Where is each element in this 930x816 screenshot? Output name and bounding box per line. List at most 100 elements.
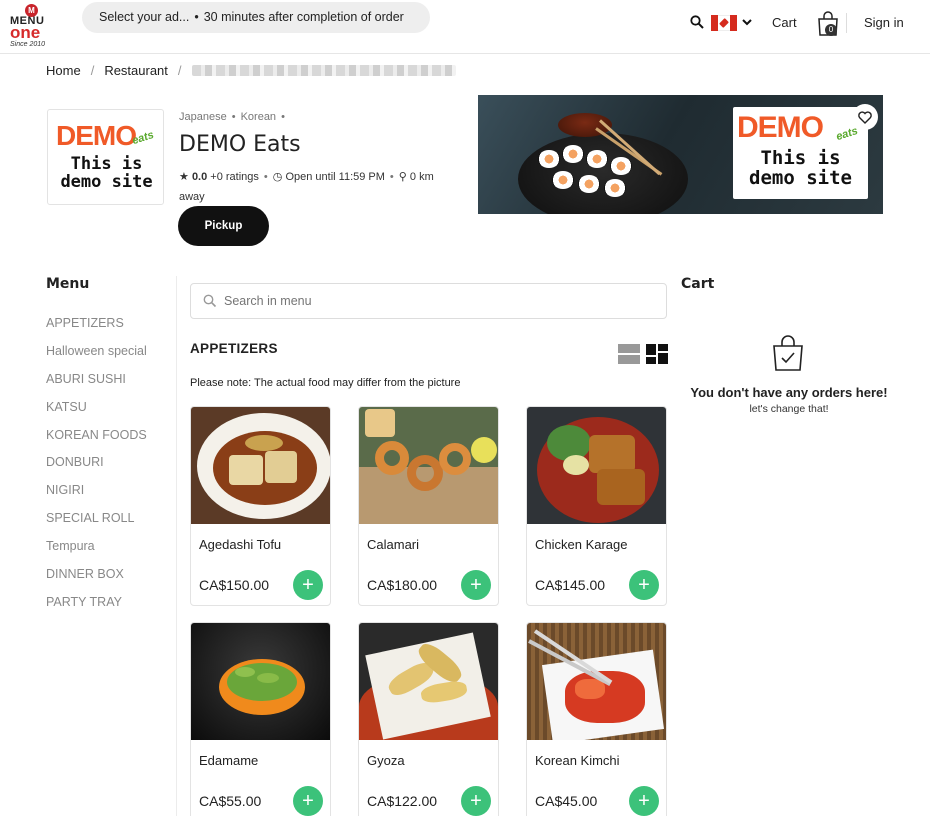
product-price: CA$145.00: [535, 577, 606, 593]
product-name: Calamari: [367, 537, 420, 552]
product-price: CA$150.00: [199, 577, 270, 593]
add-to-cart-button[interactable]: +: [293, 786, 323, 816]
clock-icon: ◷: [272, 171, 283, 183]
breadcrumb-restaurant[interactable]: Restaurant: [104, 63, 168, 78]
product-price: CA$45.00: [535, 793, 598, 809]
banner-text-line1: This is: [760, 147, 841, 169]
breadcrumb-separator: /: [90, 63, 95, 78]
menu-category-item[interactable]: APPETIZERS: [46, 312, 147, 340]
restaurant-logo: DEMO eats This is demo site: [47, 109, 164, 205]
add-to-cart-button[interactable]: +: [629, 570, 659, 600]
add-to-cart-button[interactable]: +: [461, 786, 491, 816]
cuisine-tag: Japanese: [179, 111, 227, 123]
add-to-cart-button[interactable]: +: [629, 786, 659, 816]
cart-title: Cart: [681, 276, 715, 292]
menu-category-item[interactable]: DINNER BOX: [46, 563, 147, 591]
menu-search-box[interactable]: [190, 283, 667, 319]
breadcrumb-home[interactable]: Home: [46, 63, 81, 78]
breadcrumb-current-blurred: [191, 65, 456, 76]
star-icon: ★: [179, 171, 189, 183]
banner-text-line2: demo site: [749, 166, 852, 189]
product-price: CA$55.00: [199, 793, 262, 809]
menu-search-input[interactable]: [224, 292, 644, 310]
cuisine-tags: Japanese • Korean •: [179, 111, 290, 123]
address-selector[interactable]: Select your ad... • 30 minutes after compl…: [82, 2, 430, 33]
chevron-down-icon[interactable]: [741, 16, 753, 28]
cuisine-tag: Korean: [240, 111, 277, 123]
product-card[interactable]: Edamame CA$55.00 +: [190, 622, 331, 816]
cuisine-separator: •: [281, 111, 285, 123]
rating-value: 0.0: [191, 171, 208, 183]
add-to-cart-button[interactable]: +: [461, 570, 491, 600]
empty-cart-bag-icon: [773, 335, 803, 371]
menu-category-item[interactable]: KOREAN FOODS: [46, 424, 147, 452]
menu-category-item[interactable]: DONBURI: [46, 451, 147, 479]
product-price: CA$122.00: [367, 793, 438, 809]
restaurant-banner-image: DEMO eats This is demo site: [478, 95, 883, 214]
menu-title: Menu: [46, 276, 90, 292]
product-name: Korean Kimchi: [535, 753, 620, 768]
menuone-logo[interactable]: M MENU one Since 2010: [8, 4, 58, 48]
cart-link[interactable]: Cart: [772, 15, 797, 30]
empty-cart-title: You don't have any orders here!: [690, 385, 888, 400]
restaurant-name: DEMO Eats: [179, 132, 301, 157]
picture-disclaimer: Please note: The actual food may differ …: [190, 377, 461, 389]
menu-category-item[interactable]: NIGIRI: [46, 479, 147, 507]
product-image: [191, 623, 330, 740]
product-card[interactable]: Calamari CA$180.00 +: [358, 406, 499, 606]
cart-count-badge: 0: [825, 24, 837, 36]
banner-brand: DEMO: [737, 111, 824, 144]
menu-category-list: APPETIZERS Halloween special ABURI SUSHI…: [46, 312, 147, 619]
sign-in-link[interactable]: Sign in: [864, 15, 904, 30]
menu-category-item[interactable]: Tempura: [46, 535, 147, 563]
heart-icon: [858, 111, 872, 124]
product-name: Agedashi Tofu: [199, 537, 282, 552]
menu-category-item[interactable]: Halloween special: [46, 340, 147, 368]
order-timing: 30 minutes after completion of order: [203, 10, 404, 24]
menu-category-item[interactable]: PARTY TRAY: [46, 591, 147, 619]
location-pin-icon: ⚲: [398, 171, 407, 183]
logo-line2: one: [10, 23, 41, 42]
empty-cart-subtitle: let's change that!: [749, 403, 829, 415]
product-image: [359, 623, 498, 740]
cuisine-separator: •: [231, 111, 236, 123]
search-icon: [203, 294, 217, 308]
product-card[interactable]: Chicken Karage CA$145.00 +: [526, 406, 667, 606]
opening-hours: Open until 11:59 PM: [285, 171, 385, 183]
product-name: Gyoza: [367, 753, 405, 768]
product-image: [191, 407, 330, 524]
sidebar-divider: [176, 276, 177, 816]
restaurant-meta: ★ 0.0 +0 ratings • ◷ Open until 11:59 PM • ⚲…: [179, 171, 434, 203]
product-image: [527, 623, 666, 740]
menu-category-item[interactable]: ABURI SUSHI: [46, 368, 147, 396]
product-price: CA$180.00: [367, 577, 438, 593]
section-title: APPETIZERS: [190, 341, 278, 356]
address-separator: •: [194, 10, 199, 24]
menu-category-item[interactable]: KATSU: [46, 396, 147, 424]
breadcrumb: Home / Restaurant /: [46, 63, 456, 78]
product-card[interactable]: Agedashi Tofu CA$150.00 +: [190, 406, 331, 606]
list-view-icon[interactable]: [618, 344, 640, 364]
banner-demo-card: DEMO eats This is demo site: [733, 107, 868, 199]
product-card[interactable]: Gyoza CA$122.00 +: [358, 622, 499, 816]
breadcrumb-separator: /: [177, 63, 182, 78]
logo-brand: DEMO: [56, 120, 137, 151]
product-image: [359, 407, 498, 524]
search-icon[interactable]: [690, 15, 704, 29]
product-name: Edamame: [199, 753, 259, 768]
ratings-count: +0 ratings: [210, 171, 259, 183]
product-card[interactable]: Korean Kimchi CA$45.00 +: [526, 622, 667, 816]
menu-category-item[interactable]: SPECIAL ROLL: [46, 507, 147, 535]
grid-view-icon[interactable]: [646, 344, 668, 364]
product-image: [527, 407, 666, 524]
top-bar: M MENU one Since 2010 Select your ad... •…: [0, 0, 930, 54]
product-name: Chicken Karage: [535, 537, 628, 552]
header-divider: [846, 13, 847, 33]
add-to-cart-button[interactable]: +: [293, 570, 323, 600]
canada-flag-icon[interactable]: [711, 15, 737, 31]
favorite-button[interactable]: [852, 104, 878, 130]
pickup-button[interactable]: Pickup: [178, 206, 269, 246]
logo-text-line2: demo site: [60, 171, 153, 192]
logo-line3: Since 2010: [10, 41, 46, 48]
address-text: Select your ad...: [99, 10, 190, 24]
